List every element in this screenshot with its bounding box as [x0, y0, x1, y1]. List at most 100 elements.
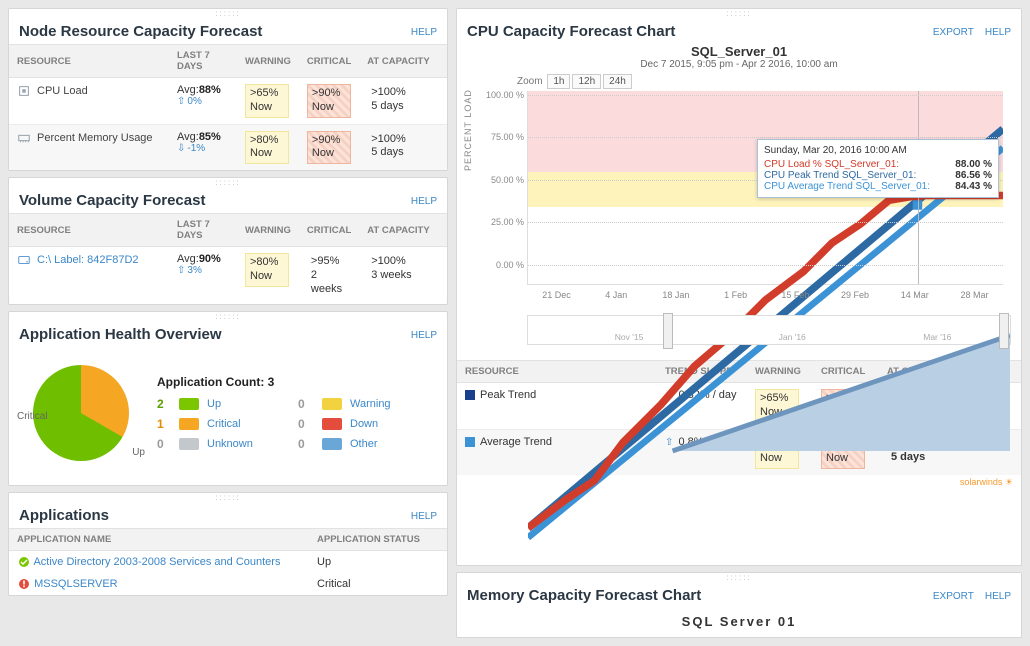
chart-server-name: SQL_Server_01 — [457, 44, 1021, 59]
table-row: C:\ Label: 842F87D2 Avg:90% 3% >80%Now >… — [9, 247, 447, 305]
help-link[interactable]: HELP — [411, 196, 437, 207]
chart-tooltip: Sunday, Mar 20, 2016 10:00 AM CPU Load %… — [757, 139, 999, 198]
panel-memory-chart: :::::: Memory Capacity Forecast Chart EX… — [456, 572, 1022, 638]
y-tick: 25.00 % — [474, 217, 524, 227]
trend-arrow-down-icon: -1% — [177, 143, 229, 154]
col-warning: WARNING — [237, 45, 299, 78]
status-icon — [17, 555, 31, 569]
pie-label-critical: Critical — [17, 411, 48, 422]
cpu-icon — [17, 84, 31, 98]
applications-table: APPLICATION NAME APPLICATION STATUS Acti… — [9, 528, 447, 595]
panel-title: Memory Capacity Forecast Chart — [467, 587, 701, 604]
panel-title: Volume Capacity Forecast — [19, 192, 205, 209]
x-tick: 21 Dec — [542, 290, 571, 300]
application-link[interactable]: Active Directory 2003-2008 Services and … — [33, 556, 280, 568]
status-icon — [17, 577, 31, 591]
y-tick: 75.00 % — [474, 132, 524, 142]
panel-title: Applications — [19, 507, 109, 524]
count: 0 — [298, 437, 316, 451]
chart-date-range: Dec 7 2015, 9:05 pm - Apr 2 2016, 10:00 … — [457, 59, 1021, 70]
panel-title: CPU Capacity Forecast Chart — [467, 23, 675, 40]
panel-app-health: :::::: Application Health Overview HELP … — [8, 311, 448, 486]
zoom-button[interactable]: 24h — [603, 74, 632, 89]
export-link[interactable]: EXPORT — [933, 27, 974, 38]
count: 2 — [157, 397, 173, 411]
table-row: Active Directory 2003-2008 Services and … — [9, 551, 447, 574]
help-link[interactable]: HELP — [985, 27, 1011, 38]
memory-icon — [17, 131, 31, 145]
panel-node-resource: :::::: Node Resource Capacity Forecast H… — [8, 8, 448, 171]
series-swatch-icon — [465, 390, 475, 400]
node-resource-table: RESOURCE LAST 7 DAYS WARNING CRITICAL AT… — [9, 44, 447, 170]
table-row: CPU Load Avg:88% 0% >65%Now >90%Now >100… — [9, 78, 447, 125]
status-badge-icon — [179, 398, 199, 410]
application-status: Up — [309, 551, 447, 574]
brand-label: solarwinds ☀ — [457, 475, 1021, 492]
volume-table: RESOURCE LAST 7 DAYS WARNING CRITICAL AT… — [9, 213, 447, 304]
col-app-name: APPLICATION NAME — [9, 529, 309, 551]
series-swatch-icon — [465, 437, 475, 447]
status-badge-icon — [179, 418, 199, 430]
x-tick: 29 Feb — [841, 290, 869, 300]
drag-handle[interactable]: :::::: — [9, 178, 447, 186]
range-handle-left[interactable] — [663, 313, 673, 349]
mem-chart-server: SQL Server 01 — [457, 608, 1021, 637]
y-axis-label: PERCENT LOAD — [463, 89, 473, 171]
col-critical: CRITICAL — [299, 45, 359, 78]
status-link[interactable]: Other — [350, 438, 435, 450]
status-badge-icon — [179, 438, 199, 450]
x-tick: 1 Feb — [724, 290, 747, 300]
cpu-chart-plot[interactable]: PERCENT LOAD Sunday, Mar 2 — [465, 91, 1013, 311]
zoom-button[interactable]: 1h — [547, 74, 570, 89]
zoom-label: Zoom — [517, 76, 543, 87]
help-link[interactable]: HELP — [411, 27, 437, 38]
status-link[interactable]: Warning — [350, 398, 435, 410]
count: 0 — [157, 437, 173, 451]
status-badge-icon — [322, 438, 342, 450]
x-tick: 4 Jan — [605, 290, 627, 300]
export-link[interactable]: EXPORT — [933, 591, 974, 602]
x-tick: 14 Mar — [901, 290, 929, 300]
panel-cpu-chart: :::::: CPU Capacity Forecast Chart EXPOR… — [456, 8, 1022, 566]
panel-applications: :::::: Applications HELP APPLICATION NAM… — [8, 492, 448, 596]
zoom-button[interactable]: 12h — [572, 74, 601, 89]
status-link[interactable]: Down — [350, 418, 435, 430]
pie-chart: Critical Up — [21, 353, 141, 473]
drag-handle[interactable]: :::::: — [457, 573, 1021, 581]
count: 1 — [157, 417, 173, 431]
table-row: Percent Memory Usage Avg:85% -1% >80%Now… — [9, 124, 447, 170]
col-resource: RESOURCE — [9, 45, 169, 78]
volume-link[interactable]: C:\ Label: 842F87D2 — [37, 254, 139, 266]
x-tick: 18 Jan — [662, 290, 689, 300]
status-link[interactable]: Critical — [207, 418, 292, 430]
y-tick: 100.00 % — [474, 90, 524, 100]
status-badge-icon — [322, 418, 342, 430]
help-link[interactable]: HELP — [411, 511, 437, 522]
x-tick: 15 Feb — [781, 290, 809, 300]
x-tick: 28 Mar — [960, 290, 988, 300]
panel-title: Application Health Overview — [19, 326, 222, 343]
drag-handle[interactable]: :::::: — [9, 312, 447, 320]
disk-icon — [17, 253, 31, 267]
range-selector[interactable]: Nov '15 Jan '16 Mar '16 — [527, 315, 1011, 345]
status-link[interactable]: Up — [207, 398, 292, 410]
application-link[interactable]: MSSQLSERVER — [34, 578, 118, 590]
y-tick: 0.00 % — [474, 260, 524, 270]
count: 0 — [298, 397, 316, 411]
resource-name: Percent Memory Usage — [37, 132, 153, 144]
drag-handle[interactable]: :::::: — [9, 493, 447, 501]
trend-arrow-up-icon: 3% — [177, 265, 229, 276]
status-link[interactable]: Unknown — [207, 438, 292, 450]
col-last7: LAST 7 DAYS — [169, 45, 237, 78]
range-handle-right[interactable] — [999, 313, 1009, 349]
trend-arrow-up-icon: 0% — [177, 96, 229, 107]
count: 0 — [298, 417, 316, 431]
drag-handle[interactable]: :::::: — [457, 9, 1021, 17]
help-link[interactable]: HELP — [985, 591, 1011, 602]
status-badge-icon — [322, 398, 342, 410]
y-tick: 50.00 % — [474, 175, 524, 185]
application-status: Critical — [309, 573, 447, 595]
drag-handle[interactable]: :::::: — [9, 9, 447, 17]
col-atcap: AT CAPACITY — [359, 45, 447, 78]
help-link[interactable]: HELP — [411, 330, 437, 341]
